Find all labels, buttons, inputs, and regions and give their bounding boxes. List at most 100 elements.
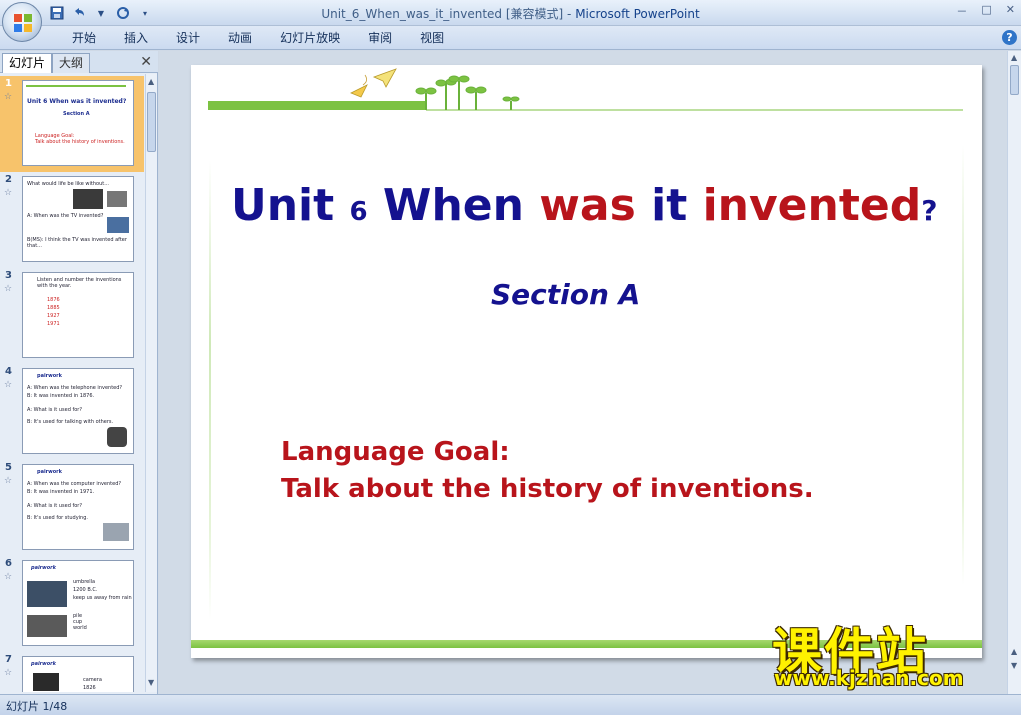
left-border-line xyxy=(209,160,211,620)
animation-star-icon: ☆ xyxy=(4,92,13,102)
scroll-down-icon[interactable]: ▼ xyxy=(148,678,154,687)
thumb-text: A: When was the telephone invented? xyxy=(27,385,123,391)
slide-thumbnail[interactable]: 2 ☆ What would life be like without... A… xyxy=(0,172,144,268)
slide-number: 7 xyxy=(5,654,12,665)
paper-plane-icon xyxy=(350,68,397,98)
title-number: 6 xyxy=(349,197,368,227)
thumb-text: A: What is it used for? xyxy=(27,407,82,413)
previous-slide-icon[interactable]: ▲ xyxy=(1011,647,1017,656)
thumb-text: B: It's used for studying. xyxy=(27,515,88,521)
title-was: was xyxy=(539,180,636,231)
language-goal-label[interactable]: Language Goal: xyxy=(281,437,510,467)
editor-scrollbar[interactable]: ▲ ▲ ▼ xyxy=(1007,51,1021,694)
window-title: Unit_6_When_was_it_invented [兼容模式] - Mic… xyxy=(0,5,1021,22)
animation-star-icon: ☆ xyxy=(4,572,13,582)
tab-animations[interactable]: 动画 xyxy=(214,30,266,46)
animation-star-icon: ☆ xyxy=(4,476,13,486)
current-slide[interactable]: Unit 6 When was it invented? Section A L… xyxy=(191,65,982,658)
camera-picture xyxy=(33,673,59,691)
sprouts-icon xyxy=(415,75,520,110)
thumb-text: pairwork xyxy=(37,373,62,379)
tv-picture xyxy=(107,191,127,207)
thumbnail-image: pairwork camera 1826 xyxy=(22,656,134,692)
title-it: it xyxy=(635,180,703,231)
language-goal-text[interactable]: Talk about the history of inventions. xyxy=(281,474,814,504)
thumbnail-image: Unit 6 When was it invented? Section A L… xyxy=(22,80,134,166)
app-name: Microsoft PowerPoint xyxy=(575,7,700,21)
tab-slides[interactable]: 幻灯片 xyxy=(2,53,53,73)
thumb-text: camera xyxy=(83,677,102,683)
slide-thumbnail[interactable]: 1 ☆ Unit 6 When was it invented? Section… xyxy=(0,76,144,172)
thumb-text: Unit 6 When was it invented? xyxy=(27,98,127,105)
next-slide-icon[interactable]: ▼ xyxy=(1011,661,1017,670)
animation-star-icon: ☆ xyxy=(4,188,13,198)
thumb-text: B(MS): I think the TV was invented after… xyxy=(27,237,127,249)
thumb-text: 1876 xyxy=(47,297,60,303)
thumb-text: 1971 xyxy=(47,321,60,327)
tab-slideshow[interactable]: 幻灯片放映 xyxy=(266,30,354,46)
title-bar: ▼ ▾ Unit_6_When_was_it_invented [兼容模式] -… xyxy=(0,0,1021,26)
scroll-thumb[interactable] xyxy=(147,92,156,152)
tab-home[interactable]: 开始 xyxy=(58,30,110,46)
scroll-thumb[interactable] xyxy=(1010,65,1019,95)
thumb-text: B: It was invented in 1971. xyxy=(27,489,95,495)
tv-picture xyxy=(107,217,129,233)
thumb-text: Talk about the history of inventions. xyxy=(35,139,125,145)
thumbnail-image: pairwork A: When was the telephone inven… xyxy=(22,368,134,454)
slide-thumbnail[interactable]: 5 ☆ pairwork A: When was the computer in… xyxy=(0,460,144,556)
watermark-logo: 课件站 www.kjzhan.com xyxy=(768,612,1008,692)
slide-title[interactable]: Unit 6 When was it invented? xyxy=(231,180,937,231)
slide-number: 4 xyxy=(5,366,12,377)
tab-review[interactable]: 审阅 xyxy=(354,30,406,46)
thumb-text: B: It was invented in 1876. xyxy=(27,393,95,399)
scroll-up-icon[interactable]: ▲ xyxy=(148,77,154,86)
title-separator: - xyxy=(563,7,576,21)
slide-thumbnail[interactable]: 6 ☆ pairwork umbrella 1200 B.C. keep us … xyxy=(0,556,144,652)
thumb-text: A: When was the TV invented? xyxy=(27,213,104,219)
slide-number: 6 xyxy=(5,558,12,569)
pane-close-icon[interactable]: ✕ xyxy=(140,54,152,70)
title-invented: invented xyxy=(702,180,922,231)
tab-insert[interactable]: 插入 xyxy=(110,30,162,46)
pen-picture xyxy=(27,615,67,637)
slide-number: 1 xyxy=(5,78,12,89)
slide-thumbnail[interactable]: 7 ☆ pairwork camera 1826 xyxy=(0,652,144,692)
thumb-text: B: It's used for talking with others. xyxy=(27,419,114,425)
scroll-up-icon[interactable]: ▲ xyxy=(1011,53,1017,62)
help-icon[interactable]: ? xyxy=(1002,30,1017,45)
ribbon-tabs: 开始 插入 设计 动画 幻灯片放映 审阅 视图 xyxy=(58,30,458,46)
office-button[interactable] xyxy=(2,2,42,42)
slide-thumbnail[interactable]: 3 ☆ Listen and number the inventions wit… xyxy=(0,268,144,364)
green-bar xyxy=(26,85,126,87)
car-picture xyxy=(73,189,103,209)
tab-design[interactable]: 设计 xyxy=(162,30,214,46)
tab-view[interactable]: 视图 xyxy=(406,30,458,46)
slide-thumbnail[interactable]: 4 ☆ pairwork A: When was the telephone i… xyxy=(0,364,144,460)
watermark-url: www.kjzhan.com xyxy=(774,666,964,690)
thumb-text: world xyxy=(73,625,87,631)
close-button[interactable]: ✕ xyxy=(1006,3,1015,19)
thumb-text: What would life be like without... xyxy=(27,181,109,187)
ribbon: 开始 插入 设计 动画 幻灯片放映 审阅 视图 ? xyxy=(0,26,1021,50)
tab-outline[interactable]: 大纲 xyxy=(52,53,91,73)
title-when: When xyxy=(367,180,540,231)
status-bar: 幻灯片 1/48 xyxy=(0,694,1021,715)
thumbnails-scrollbar[interactable]: ▲ ▼ xyxy=(145,74,157,692)
slide-thumbnails: 1 ☆ Unit 6 When was it invented? Section… xyxy=(0,74,144,692)
maximize-button[interactable]: □ xyxy=(981,3,991,19)
minimize-button[interactable]: － xyxy=(956,3,967,19)
green-bar xyxy=(208,101,426,110)
slide-number: 2 xyxy=(5,174,12,185)
thumb-text: Section A xyxy=(63,111,90,117)
animation-star-icon: ☆ xyxy=(4,284,13,294)
slide-editor: Unit 6 When was it invented? Section A L… xyxy=(159,51,1007,694)
thumbnail-image: pairwork umbrella 1200 B.C. keep us away… xyxy=(22,560,134,646)
umbrella-picture xyxy=(27,581,67,607)
thumb-text: pairwork xyxy=(37,469,62,475)
header-decoration xyxy=(208,68,963,111)
thumb-text: 1927 xyxy=(47,313,60,319)
thumbnail-image: pairwork A: When was the computer invent… xyxy=(22,464,134,550)
thumb-text: 1826 xyxy=(83,685,96,691)
section-subtitle[interactable]: Section A xyxy=(491,278,640,311)
office-logo-icon xyxy=(14,14,32,32)
